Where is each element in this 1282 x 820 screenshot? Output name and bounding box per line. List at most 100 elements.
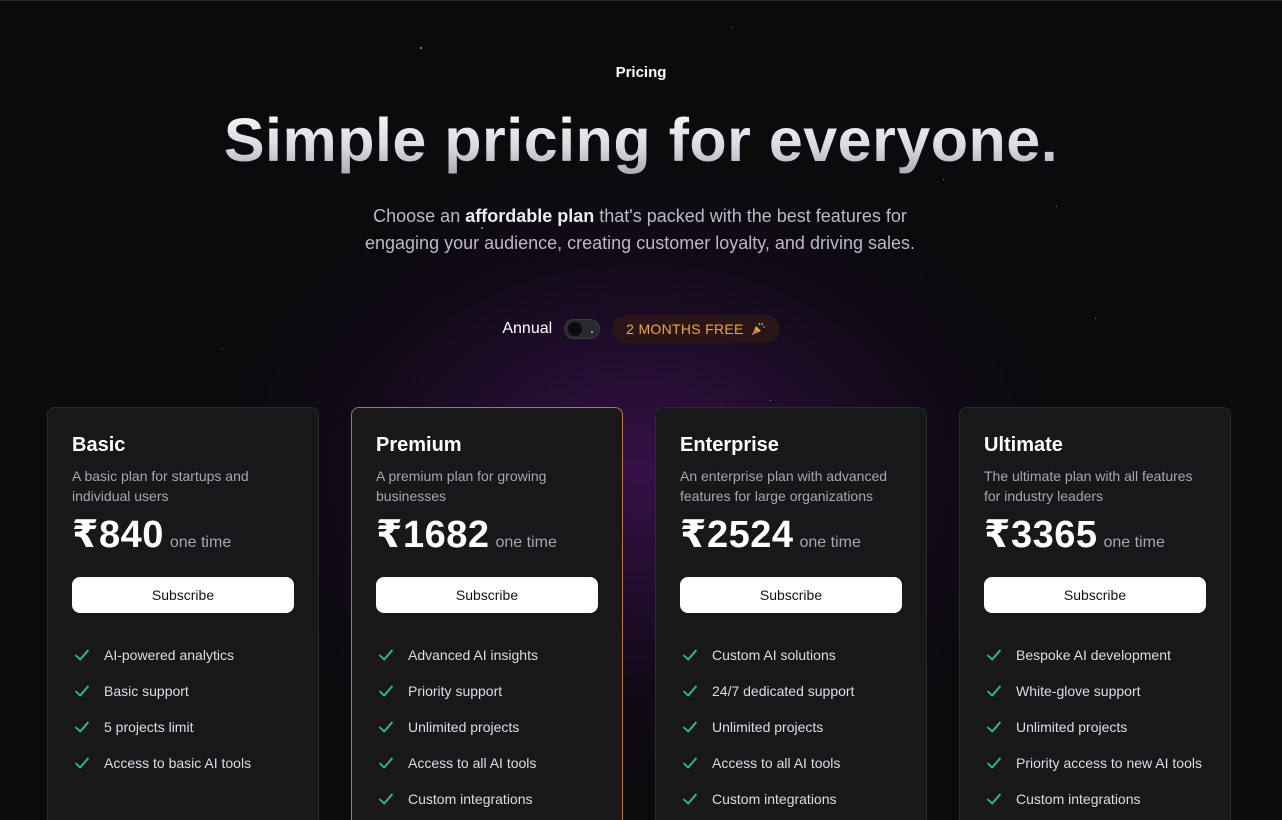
feature-item: Access to all AI tools [680, 745, 902, 781]
check-icon [683, 685, 697, 697]
plan-description: A basic plan for startups and individual… [72, 468, 249, 504]
feature-label: Access to basic AI tools [104, 755, 252, 771]
feature-item: Access to all AI tools [376, 745, 598, 781]
star-decoration [1056, 206, 1057, 207]
annual-toggle[interactable] [564, 319, 601, 339]
price-period: one time [495, 534, 557, 551]
price-period: one time [1103, 534, 1165, 551]
plan-name: Premium [376, 434, 462, 456]
feature-item: Priority access to new AI tools [984, 745, 1206, 781]
feature-label: AI-powered analytics [104, 647, 234, 663]
check-icon [75, 685, 89, 697]
check-icon [379, 757, 393, 769]
subtitle-text-pre: Choose an [373, 206, 466, 226]
subscribe-button[interactable]: Subscribe [984, 577, 1206, 613]
price-row: ₹2524 one time [680, 512, 902, 557]
feature-list: Custom AI solutions 24/7 dedicated suppor… [680, 637, 902, 817]
feature-label: Unlimited projects [408, 719, 520, 735]
feature-list: Bespoke AI development White-glove suppor… [984, 637, 1206, 817]
feature-label: Unlimited projects [712, 719, 824, 735]
subscribe-button[interactable]: Subscribe [72, 577, 294, 613]
feature-label: 5 projects limit [104, 719, 194, 735]
check-icon [75, 649, 89, 661]
star-decoration [732, 27, 733, 28]
feature-item: Basic support [72, 673, 294, 709]
feature-label: Basic support [104, 683, 189, 699]
plan-card-enterprise: Enterprise An enterprise plan with advanc… [655, 407, 927, 820]
check-icon [987, 649, 1001, 661]
feature-item: Custom integrations [680, 781, 902, 817]
feature-label: Priority support [408, 683, 503, 699]
star-decoration [943, 179, 944, 180]
plans-grid: Basic A basic plan for startups and indiv… [47, 407, 1231, 820]
feature-item: Access to basic AI tools [72, 745, 294, 781]
page-title: Simple pricing for everyone. [0, 105, 1282, 175]
subscribe-button[interactable]: Subscribe [376, 577, 598, 613]
plan-price: ₹3365 [984, 514, 1098, 556]
feature-label: Unlimited projects [1016, 719, 1128, 735]
price-row: ₹1682 one time [376, 512, 598, 557]
feature-list: Advanced AI insights Priority support Unli… [376, 637, 598, 817]
billing-period-row: Annual 2 MONTHS FREE [0, 315, 1282, 343]
plan-card-premium: Premium A premium plan for growing busine… [351, 407, 623, 820]
plan-card-basic: Basic A basic plan for startups and indiv… [47, 407, 319, 820]
check-icon [987, 685, 1001, 697]
plan-name: Basic [72, 434, 126, 456]
star-decoration [222, 348, 223, 349]
check-icon [379, 793, 393, 805]
price-row: ₹3365 one time [984, 512, 1206, 557]
feature-list: AI-powered analytics Basic support 5 proje… [72, 637, 294, 781]
check-icon [379, 649, 393, 661]
check-icon [683, 793, 697, 805]
feature-item: Custom AI solutions [680, 637, 902, 673]
check-icon [75, 757, 89, 769]
feature-item: Advanced AI insights [376, 637, 598, 673]
plan-price: ₹2524 [680, 514, 794, 556]
plan-price: ₹840 [72, 514, 164, 556]
promo-badge: 2 MONTHS FREE [612, 315, 780, 343]
feature-label: Custom integrations [1016, 791, 1141, 807]
feature-label: Custom AI solutions [712, 647, 836, 663]
subtitle-text-bold: affordable plan [465, 206, 595, 226]
feature-item: Unlimited projects [984, 709, 1206, 745]
feature-label: Access to all AI tools [408, 755, 537, 771]
plan-description: An enterprise plan with advanced feature… [680, 468, 888, 504]
check-icon [379, 721, 393, 733]
feature-item: Custom integrations [376, 781, 598, 817]
price-row: ₹840 one time [72, 512, 294, 557]
feature-label: Priority access to new AI tools [1016, 755, 1202, 771]
feature-label: Custom integrations [712, 791, 837, 807]
toggle-dot [591, 331, 594, 333]
check-icon [379, 685, 393, 697]
check-icon [987, 793, 1001, 805]
page-subtitle: Choose an affordable plan that's packed … [360, 203, 920, 257]
check-icon [683, 757, 697, 769]
plan-description: The ultimate plan with all features for … [984, 468, 1193, 504]
feature-item: 5 projects limit [72, 709, 294, 745]
billing-label: Annual [502, 320, 553, 337]
section-eyebrow: Pricing [615, 64, 667, 81]
feature-label: Access to all AI tools [712, 755, 841, 771]
party-popper-icon [751, 322, 765, 335]
toggle-knob [568, 322, 583, 336]
feature-label: 24/7 dedicated support [712, 683, 855, 699]
feature-item: 24/7 dedicated support [680, 673, 902, 709]
feature-label: Advanced AI insights [408, 647, 538, 663]
feature-item: Unlimited projects [376, 709, 598, 745]
subscribe-button[interactable]: Subscribe [680, 577, 902, 613]
plan-name: Enterprise [680, 434, 779, 456]
plan-description: A premium plan for growing businesses [376, 468, 547, 504]
feature-item: Unlimited projects [680, 709, 902, 745]
feature-item: White-glove support [984, 673, 1206, 709]
check-icon [987, 721, 1001, 733]
check-icon [987, 757, 1001, 769]
price-period: one time [169, 534, 232, 551]
price-period: one time [799, 534, 861, 551]
feature-item: AI-powered analytics [72, 637, 294, 673]
feature-label: Bespoke AI development [1016, 647, 1171, 663]
star-decoration [420, 47, 422, 49]
plan-card-ultimate: Ultimate The ultimate plan with all featu… [959, 407, 1231, 820]
feature-label: White-glove support [1016, 683, 1141, 699]
feature-label: Custom integrations [408, 791, 533, 807]
feature-item: Custom integrations [984, 781, 1206, 817]
